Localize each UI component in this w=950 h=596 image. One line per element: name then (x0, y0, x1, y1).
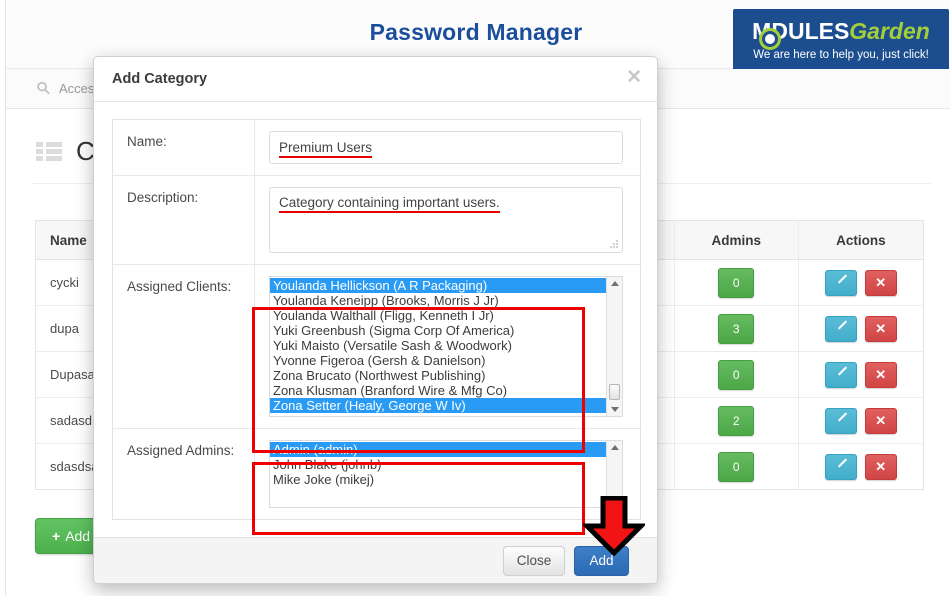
cell-admins: 0 (674, 443, 799, 490)
edit-button[interactable] (825, 269, 858, 296)
edit-button[interactable] (825, 361, 858, 388)
edit-button[interactable] (825, 453, 858, 480)
add-category-label: Add (65, 528, 91, 544)
cell-admins: 3 (674, 305, 799, 352)
resize-grip-icon[interactable] (610, 240, 619, 249)
name-label: Name: (112, 119, 255, 176)
list-item[interactable]: Mike Joke (mikej) (270, 472, 606, 487)
list-item[interactable]: Youlanda Hellickson (A R Packaging) (270, 278, 606, 293)
list-item[interactable]: Admin (admin) (270, 442, 606, 457)
edit-button[interactable] (825, 407, 858, 434)
list-item[interactable]: Zona Klusman (Branford Wire & Mfg Co) (270, 383, 606, 398)
delete-button[interactable]: ✕ (864, 315, 897, 342)
description-value: Category containing important users. (279, 195, 500, 213)
assigned-clients-label: Assigned Clients: (112, 264, 255, 429)
delete-button[interactable]: ✕ (864, 407, 897, 434)
edit-button[interactable] (825, 315, 858, 342)
list-item[interactable]: John Blake (johnb) (270, 457, 606, 472)
brand-wordmark: MDULESGarden (733, 18, 949, 50)
delete-button[interactable]: ✕ (864, 361, 897, 388)
list-item[interactable]: Yvonne Figeroa (Gersh & Danielson) (270, 353, 606, 368)
name-input-value: Premium Users (279, 140, 373, 158)
modal-body: Name: Premium Users Description: Categor… (94, 102, 657, 538)
list-item[interactable]: Youlanda Keneipp (Brooks, Morris J Jr) (270, 293, 606, 308)
list-item[interactable]: Youlanda Walthall (Fligg, Kenneth I Jr) (270, 308, 606, 323)
list-item[interactable]: Zona Brucato (Northwest Publishing) (270, 368, 606, 383)
column-header-actions: Actions (798, 220, 924, 260)
modal-header: Add Category ✕ (94, 57, 657, 102)
password-manager-screen: Password Manager MDULESGarden We are her… (0, 0, 950, 596)
assigned-clients-scrollbar[interactable] (606, 277, 622, 416)
description-textarea[interactable]: Category containing important users. (269, 187, 623, 253)
add-category-modal: Add Category ✕ Name: Premium Users Descr… (93, 56, 658, 584)
list-item[interactable]: Zona Setter (Healy, George W Iv) (270, 398, 606, 413)
globe-icon (759, 28, 781, 50)
cell-actions: ✕ (798, 305, 924, 352)
scrollbar-thumb[interactable] (609, 384, 620, 400)
description-field-cell: Category containing important users. (254, 175, 641, 265)
admins-count-badge: 3 (718, 313, 755, 344)
search-label: Acces (59, 81, 95, 96)
form-row-assigned-clients: Assigned Clients: Youlanda Hellickson (A… (112, 264, 641, 429)
cell-admins: 2 (674, 397, 799, 444)
cell-admins: 0 (674, 351, 799, 398)
form-row-name: Name: Premium Users (112, 119, 641, 176)
cell-admins: 0 (674, 259, 799, 306)
column-header-admins[interactable]: Admins (674, 220, 799, 260)
scroll-down-arrow-icon[interactable] (611, 407, 619, 412)
cell-actions: ✕ (798, 351, 924, 398)
modal-title: Add Category (112, 71, 208, 87)
assigned-clients-cell: Youlanda Hellickson (A R Packaging) Youl… (254, 264, 641, 429)
assigned-clients-listbox[interactable]: Youlanda Hellickson (A R Packaging) Youl… (269, 276, 623, 417)
brand-dules: DULES (771, 18, 850, 44)
close-icon[interactable]: ✕ (626, 68, 642, 87)
form-row-description: Description: Category containing importa… (112, 175, 641, 265)
section-heading: C (36, 136, 95, 167)
brand-garden: Garden (849, 18, 930, 44)
name-field-cell: Premium Users (254, 119, 641, 176)
delete-button[interactable]: ✕ (864, 453, 897, 480)
description-label: Description: (112, 175, 255, 265)
list-item[interactable]: Yuki Maisto (Versatile Sash & Woodwork) (270, 338, 606, 353)
cell-actions: ✕ (798, 259, 924, 306)
admins-count-badge: 2 (718, 405, 755, 436)
assigned-admins-listbox[interactable]: Admin (admin) John Blake (johnb) Mike Jo… (269, 440, 623, 508)
admins-count-badge: 0 (718, 267, 755, 298)
list-icon (36, 141, 62, 162)
admins-count-badge: 0 (718, 451, 755, 482)
modal-footer: Close Add (94, 537, 657, 583)
assigned-admins-options: Admin (admin) John Blake (johnb) Mike Jo… (270, 441, 606, 507)
admins-count-badge: 0 (718, 359, 755, 390)
scroll-up-arrow-icon[interactable] (611, 281, 619, 286)
plus-icon: + (52, 528, 61, 544)
close-button[interactable]: Close (503, 546, 565, 576)
delete-button[interactable]: ✕ (864, 269, 897, 296)
search-icon (37, 81, 50, 95)
list-item[interactable]: Yuki Greenbush (Sigma Corp Of America) (270, 323, 606, 338)
name-input[interactable]: Premium Users (269, 131, 623, 164)
category-form: Name: Premium Users Description: Categor… (112, 119, 641, 520)
cell-actions: ✕ (798, 397, 924, 444)
scroll-up-arrow-icon[interactable] (611, 445, 619, 450)
form-row-assigned-admins: Assigned Admins: Admin (admin) John Blak… (112, 428, 641, 520)
assigned-admins-label: Assigned Admins: (112, 428, 255, 520)
down-arrow-annotation-icon (583, 496, 645, 556)
brand-tagline: We are here to help you, just click! (753, 49, 929, 61)
modulesgarden-logo[interactable]: MDULESGarden We are here to help you, ju… (733, 9, 949, 75)
assigned-clients-options: Youlanda Hellickson (A R Packaging) Youl… (270, 277, 606, 416)
cell-actions: ✕ (798, 444, 923, 490)
